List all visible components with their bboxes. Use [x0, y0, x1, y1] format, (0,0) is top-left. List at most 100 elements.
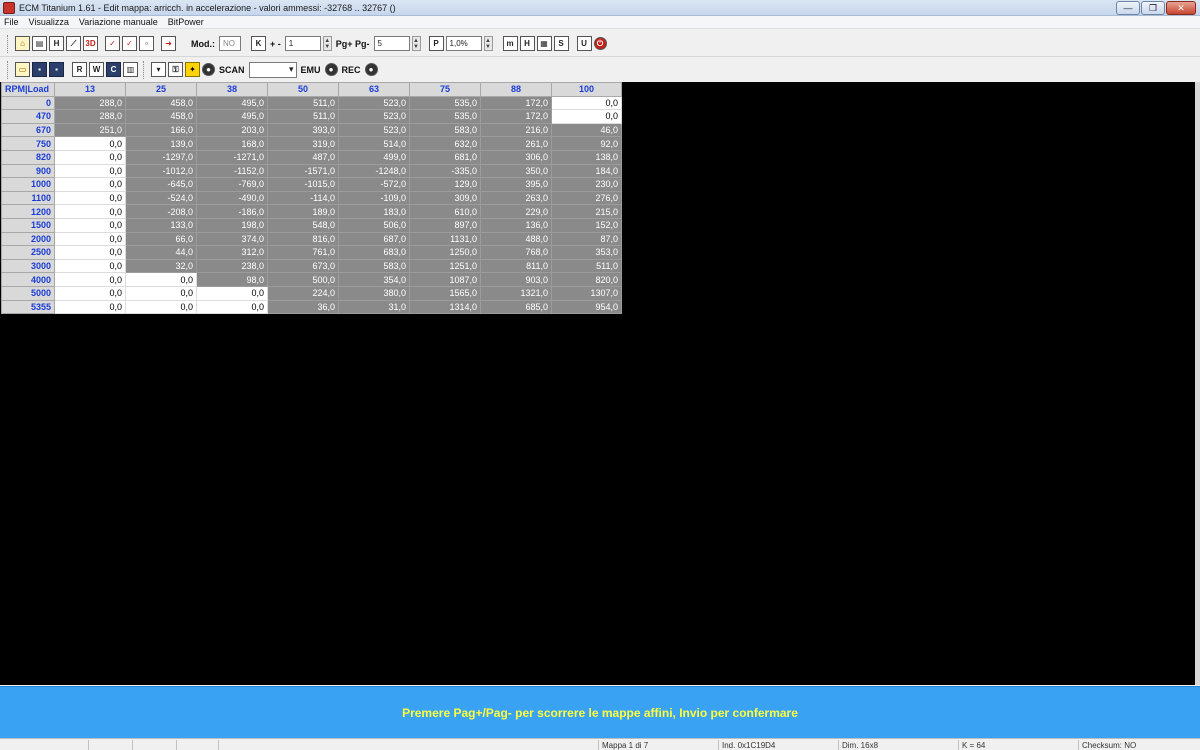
map-cell[interactable]: 168,0 [196, 136, 268, 151]
exit-icon[interactable]: ➜ [161, 36, 176, 51]
check-all-icon[interactable]: ✓ [122, 36, 137, 51]
map-cell[interactable]: 0,0 [125, 285, 197, 301]
map-cell[interactable]: 0,0 [54, 299, 126, 315]
column-header[interactable]: 38 [196, 82, 268, 97]
map-cell[interactable]: 0,0 [54, 190, 126, 206]
graph-3d-icon[interactable]: 3D [83, 36, 98, 51]
map-cell[interactable]: 523,0 [338, 122, 410, 138]
cancel-icon[interactable]: ▫ [139, 36, 154, 51]
k-icon[interactable]: K [251, 36, 266, 51]
map-cell[interactable]: 0,0 [54, 163, 126, 179]
map-cell[interactable]: 0,0 [54, 231, 126, 247]
map-cell[interactable]: -1012,0 [125, 163, 197, 179]
map-cell[interactable]: 0,0 [54, 272, 126, 287]
map-cell[interactable]: 395,0 [480, 177, 552, 192]
map-cell[interactable]: 0,0 [125, 272, 197, 287]
menu-visualizza[interactable]: Visualizza [29, 17, 69, 27]
map-cell[interactable]: 681,0 [409, 149, 481, 165]
map-cell[interactable]: 511,0 [267, 95, 339, 111]
map-cell[interactable]: 0,0 [54, 149, 126, 165]
map-cell[interactable]: 487,0 [267, 149, 339, 165]
percent-spinner[interactable]: ▲ ▼ [483, 36, 493, 51]
runner-icon[interactable]: ✦ [185, 62, 200, 77]
read-icon[interactable]: R [72, 62, 87, 77]
step-field[interactable]: 1 [284, 36, 321, 51]
map-cell[interactable]: 276,0 [551, 190, 622, 206]
map-cell[interactable]: 897,0 [409, 217, 481, 233]
map-cell[interactable]: 215,0 [551, 204, 622, 219]
map-cell[interactable]: 138,0 [551, 149, 622, 165]
map-cell[interactable]: 458,0 [125, 109, 197, 124]
map-cell[interactable]: 136,0 [480, 217, 552, 233]
toolbar-grip[interactable] [7, 60, 10, 79]
open-folder-icon[interactable]: ▭ [15, 62, 30, 77]
map-cell[interactable]: 632,0 [409, 136, 481, 151]
map-cell[interactable]: -524,0 [125, 190, 197, 206]
minimize-button[interactable]: — [1116, 1, 1140, 15]
map-cell[interactable]: 816,0 [267, 231, 339, 247]
map-cell[interactable]: 583,0 [338, 258, 410, 274]
map-cell[interactable]: 1087,0 [409, 272, 481, 287]
save-as-icon[interactable]: ▪ [49, 62, 64, 77]
map-cell[interactable]: 1321,0 [480, 285, 552, 301]
map-cell[interactable]: 0,0 [54, 258, 126, 274]
map-cell[interactable]: -1152,0 [196, 163, 268, 179]
row-header[interactable]: 820 [1, 149, 55, 165]
map-cell[interactable]: 506,0 [338, 217, 410, 233]
map-cell[interactable]: 44,0 [125, 245, 197, 260]
row-header[interactable]: 1000 [1, 177, 55, 192]
duplicate-icon[interactable]: ▤ [32, 36, 47, 51]
layout-icon[interactable]: ▥ [123, 62, 138, 77]
map-cell[interactable]: -109,0 [338, 190, 410, 206]
map-cell[interactable]: 761,0 [267, 245, 339, 260]
home-icon[interactable]: ⌂ [15, 36, 30, 51]
row-header[interactable]: 2000 [1, 231, 55, 247]
maximize-button[interactable]: ❐ [1141, 1, 1165, 15]
undo-icon[interactable]: U [576, 36, 592, 51]
map-cell[interactable]: 152,0 [551, 217, 622, 233]
multiply-icon[interactable]: m [502, 36, 518, 51]
map-cell[interactable]: 98,0 [196, 272, 268, 287]
map-cell[interactable]: -1015,0 [267, 177, 339, 192]
toolbar-grip[interactable] [7, 34, 10, 53]
map-cell[interactable]: 488,0 [480, 231, 552, 247]
map-cell[interactable]: 172,0 [480, 109, 552, 124]
column-header[interactable]: 75 [409, 82, 481, 97]
map-cell[interactable]: 353,0 [551, 245, 622, 260]
map-cell[interactable]: 768,0 [480, 245, 552, 260]
column-header[interactable]: 13 [54, 82, 126, 97]
map-cell[interactable]: 224,0 [267, 285, 339, 301]
map-cell[interactable]: -1271,0 [196, 149, 268, 165]
column-header[interactable]: 88 [480, 82, 552, 97]
graph-2d-icon[interactable]: ⟋ [66, 36, 81, 51]
map-cell[interactable]: 350,0 [480, 163, 552, 179]
map-cell[interactable]: 1307,0 [551, 285, 622, 301]
map-cell[interactable]: 954,0 [551, 299, 622, 315]
row-header[interactable]: 5000 [1, 285, 55, 301]
row-header[interactable]: 4000 [1, 272, 55, 287]
map-cell[interactable]: 683,0 [338, 245, 410, 260]
column-header[interactable]: 50 [267, 82, 339, 97]
map-cell[interactable]: 535,0 [409, 109, 481, 124]
map-cell[interactable]: -1297,0 [125, 149, 197, 165]
map-cell[interactable]: 903,0 [480, 272, 552, 287]
map-cell[interactable]: 129,0 [409, 177, 481, 192]
page-step-spinner[interactable]: ▲ ▼ [411, 36, 421, 51]
map-cell[interactable]: -490,0 [196, 190, 268, 206]
hex-view-icon[interactable]: H [49, 36, 64, 51]
copy-icon[interactable]: ▦ [536, 36, 552, 51]
map-cell[interactable]: 31,0 [338, 299, 410, 315]
map-cell[interactable]: 288,0 [54, 109, 126, 124]
map-cell[interactable]: 511,0 [267, 109, 339, 124]
map-cell[interactable]: 495,0 [196, 109, 268, 124]
lock-icon[interactable]: ⚿ [168, 62, 183, 77]
map-cell[interactable]: 673,0 [267, 258, 339, 274]
row-header[interactable]: 5355 [1, 299, 55, 315]
map-cell[interactable]: 0,0 [196, 285, 268, 301]
map-cell[interactable]: 306,0 [480, 149, 552, 165]
map-cell[interactable]: 380,0 [338, 285, 410, 301]
map-cell[interactable]: 183,0 [338, 204, 410, 219]
map-cell[interactable]: 66,0 [125, 231, 197, 247]
map-cell[interactable]: 458,0 [125, 95, 197, 111]
vertical-scrollbar[interactable] [1195, 82, 1200, 685]
